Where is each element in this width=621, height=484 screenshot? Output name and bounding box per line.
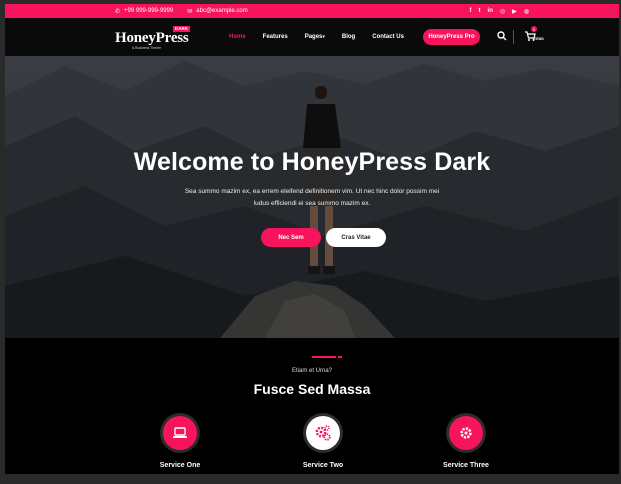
top-bar: ✆ +99 999-999-9999 ✉ abc@example.com f t…: [5, 4, 619, 18]
section-accent-line: [312, 356, 336, 358]
services-title: Fusce Sed Massa: [253, 381, 371, 397]
cart-count-badge: 0: [531, 26, 537, 32]
linkedin-icon[interactable]: in: [488, 8, 493, 15]
header-divider: [513, 30, 514, 44]
gears-icon: [315, 425, 331, 441]
hero-section: Welcome to HoneyPress Dark Sea summo maz…: [5, 56, 619, 338]
honeypress-pro-button[interactable]: HoneyPress Pro: [423, 29, 480, 45]
gear-icon: [460, 427, 472, 439]
nav-home[interactable]: Home: [229, 34, 246, 40]
hero-title: Welcome to HoneyPress Dark: [133, 148, 491, 176]
phone-text: +99 999-999-9999: [124, 8, 174, 14]
service-two-icon-wrap: [306, 416, 340, 450]
service-card-three[interactable]: Service Three: [421, 416, 511, 472]
service-three-icon-wrap: [449, 416, 483, 450]
email-text: abc@example.com: [196, 8, 248, 14]
nav-pages[interactable]: Pages▾: [305, 34, 325, 40]
service-one-label: Service One: [159, 462, 201, 469]
caret-down-icon: ▾: [322, 34, 325, 40]
phone-icon: ✆: [115, 8, 121, 15]
services-section: Etiam et Urna? Fusce Sed Massa Service O…: [5, 338, 619, 474]
social-links: f t in ◎ ▶ ◍: [470, 8, 529, 15]
dribbble-icon[interactable]: ◍: [524, 8, 529, 15]
section-accent-dot: [338, 356, 342, 358]
service-two-label: Service Two: [302, 462, 344, 469]
logo-tagline: A Business Theme: [132, 46, 162, 50]
twitter-icon[interactable]: t: [479, 8, 481, 15]
service-card-one[interactable]: Service One: [135, 416, 225, 472]
nec-sem-button[interactable]: Nec Sem: [261, 228, 321, 247]
hero-subtitle: Sea summo mazim ex, ea errem eleifend de…: [184, 188, 440, 207]
cart-label: ITEMS: [533, 37, 544, 41]
site-logo[interactable]: HoneyPress DARK A Business Theme: [115, 26, 200, 50]
youtube-icon[interactable]: ▶: [512, 8, 517, 15]
nav-features[interactable]: Features: [263, 34, 288, 40]
phone-item[interactable]: ✆ +99 999-999-9999: [115, 8, 173, 15]
mail-icon: ✉: [187, 8, 193, 15]
page: ✆ +99 999-999-9999 ✉ abc@example.com f t…: [5, 4, 619, 474]
logo-initial: H: [115, 30, 127, 46]
facebook-icon[interactable]: f: [470, 8, 472, 15]
logo-name: oneyPress: [126, 30, 189, 46]
service-one-icon-wrap: [163, 416, 197, 450]
nav-blog[interactable]: Blog: [342, 34, 355, 40]
nav-contact[interactable]: Contact Us: [372, 34, 404, 40]
nav-pages-label: Pages: [304, 34, 323, 40]
service-card-two[interactable]: Service Two: [278, 416, 368, 472]
search-icon[interactable]: [496, 30, 508, 42]
cras-vitae-button[interactable]: Cras Vitae: [326, 228, 386, 247]
email-item[interactable]: ✉ abc@example.com: [187, 8, 247, 15]
service-three-label: Service Three: [443, 462, 489, 469]
instagram-icon[interactable]: ◎: [500, 8, 505, 15]
contact-info: ✆ +99 999-999-9999 ✉ abc@example.com: [115, 8, 248, 15]
main-nav: Home Features Pages▾ Blog Contact Us: [229, 18, 421, 56]
logo-text: HoneyPress: [115, 30, 189, 47]
logo-badge: DARK: [173, 26, 190, 32]
site-header: HoneyPress DARK A Business Theme Home Fe…: [5, 18, 619, 56]
services-kicker: Etiam et Urna?: [291, 368, 333, 374]
laptop-icon: [173, 427, 187, 438]
